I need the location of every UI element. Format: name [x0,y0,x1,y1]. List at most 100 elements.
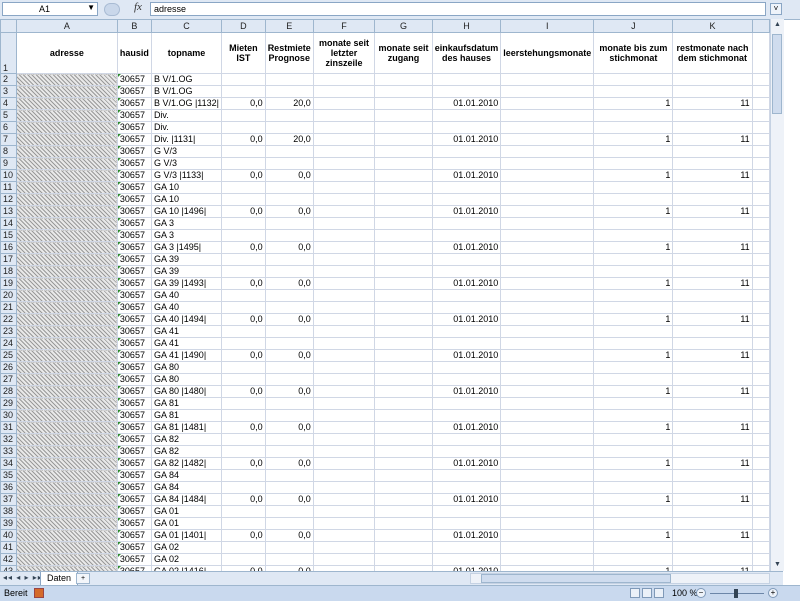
restmiete-cell[interactable] [264,157,314,170]
address-cell-redacted[interactable] [15,193,118,206]
hausid-cell[interactable]: 30657 [116,109,152,122]
monate-bis-cell[interactable] [593,325,674,338]
cell[interactable] [500,325,595,338]
hausid-cell[interactable]: 30657 [116,517,152,530]
address-cell-redacted[interactable] [15,433,118,446]
cell[interactable] [312,481,376,494]
cell[interactable] [751,385,770,398]
monate-bis-cell[interactable] [593,541,674,554]
restmonate-cell[interactable]: 11 [672,169,753,182]
cell[interactable] [312,205,376,218]
cell[interactable] [500,253,595,266]
einkaufsdatum-cell[interactable]: 01.01.2010 [431,493,502,506]
cell[interactable] [374,145,433,158]
sheet-nav-icons[interactable]: ◂◂ ◂ ▸ ▸▸ [3,573,43,582]
restmiete-cell[interactable] [264,325,314,338]
column-header[interactable]: J [593,19,674,33]
topname-cell[interactable]: GA 02 [150,541,222,554]
restmonate-cell[interactable]: 11 [672,385,753,398]
cell[interactable] [374,205,433,218]
einkaufsdatum-cell[interactable]: 01.01.2010 [431,133,502,146]
restmiete-cell[interactable]: 0,0 [264,313,314,326]
row-header[interactable]: 34 [0,457,17,470]
mieten-ist-cell[interactable] [220,433,266,446]
topname-cell[interactable]: GA 80 |1480| [150,385,222,398]
row-header[interactable]: 18 [0,265,17,278]
restmonate-cell[interactable] [672,337,753,350]
cell[interactable] [500,529,595,542]
scroll-down-icon[interactable]: ▼ [771,559,784,571]
restmiete-cell[interactable]: 0,0 [264,457,314,470]
address-cell-redacted[interactable] [15,541,118,554]
cell[interactable] [751,457,770,470]
cell[interactable] [751,277,770,290]
cell[interactable] [751,145,770,158]
monate-bis-cell[interactable] [593,301,674,314]
cell[interactable] [312,193,376,206]
mieten-ist-cell[interactable]: 0,0 [220,385,266,398]
hausid-cell[interactable]: 30657 [116,277,152,290]
header-cell[interactable]: monate seit letzter zinszeile [312,32,376,74]
cell[interactable] [312,121,376,134]
row-header[interactable]: 24 [0,337,17,350]
monate-bis-cell[interactable] [593,229,674,242]
einkaufsdatum-cell[interactable] [431,73,502,86]
cell[interactable] [312,313,376,326]
row-header[interactable]: 11 [0,181,17,194]
row-header[interactable]: 33 [0,445,17,458]
address-cell-redacted[interactable] [15,385,118,398]
row-header[interactable]: 32 [0,433,17,446]
cell[interactable] [374,217,433,230]
column-header[interactable]: H [431,19,502,33]
hausid-cell[interactable]: 30657 [116,181,152,194]
cell[interactable] [312,145,376,158]
topname-cell[interactable]: GA 41 [150,325,222,338]
restmiete-cell[interactable] [264,505,314,518]
einkaufsdatum-cell[interactable] [431,301,502,314]
cell[interactable] [312,541,376,554]
cell[interactable] [500,361,595,374]
header-cell[interactable]: adresse [15,32,118,74]
cell[interactable] [374,409,433,422]
hausid-cell[interactable]: 30657 [116,229,152,242]
horizontal-scrollbar[interactable] [470,573,770,584]
einkaufsdatum-cell[interactable]: 01.01.2010 [431,385,502,398]
einkaufsdatum-cell[interactable] [431,433,502,446]
cell[interactable] [500,241,595,254]
cell[interactable] [751,109,770,122]
restmiete-cell[interactable] [264,397,314,410]
address-cell-redacted[interactable] [15,481,118,494]
cell[interactable] [500,217,595,230]
topname-cell[interactable]: GA 41 |1490| [150,349,222,362]
cell[interactable] [312,553,376,566]
restmiete-cell[interactable] [264,301,314,314]
monate-bis-cell[interactable]: 1 [593,349,674,362]
topname-cell[interactable]: GA 40 [150,301,222,314]
cell[interactable] [751,121,770,134]
cell[interactable] [500,181,595,194]
cell[interactable] [312,265,376,278]
mieten-ist-cell[interactable]: 0,0 [220,457,266,470]
cell[interactable] [312,229,376,242]
hausid-cell[interactable]: 30657 [116,445,152,458]
restmonate-cell[interactable] [672,229,753,242]
mieten-ist-cell[interactable] [220,73,266,86]
hausid-cell[interactable]: 30657 [116,265,152,278]
monate-bis-cell[interactable] [593,85,674,98]
address-cell-redacted[interactable] [15,373,118,386]
mieten-ist-cell[interactable] [220,409,266,422]
hausid-cell[interactable]: 30657 [116,301,152,314]
hausid-cell[interactable]: 30657 [116,157,152,170]
vertical-scroll-thumb[interactable] [772,34,782,114]
column-header[interactable]: D [220,19,266,33]
cell[interactable] [500,457,595,470]
row-header[interactable]: 3 [0,85,17,98]
restmiete-cell[interactable]: 0,0 [264,349,314,362]
row-header[interactable]: 38 [0,505,17,518]
restmonate-cell[interactable] [672,73,753,86]
restmonate-cell[interactable]: 11 [672,457,753,470]
cell[interactable] [751,373,770,386]
column-header[interactable]: G [374,19,433,33]
monate-bis-cell[interactable]: 1 [593,241,674,254]
row-header[interactable]: 29 [0,397,17,410]
